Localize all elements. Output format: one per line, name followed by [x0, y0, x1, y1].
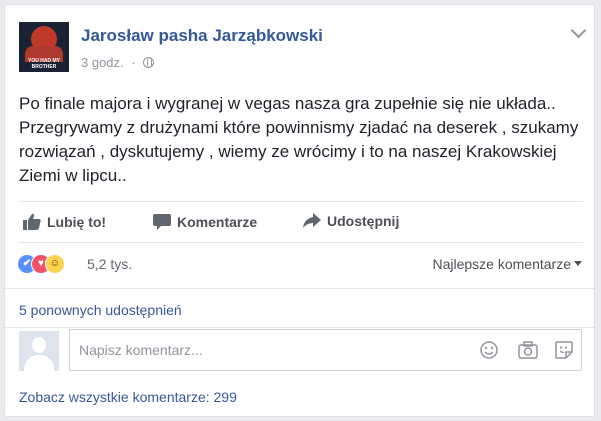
author-name[interactable]: Jarosław pasha Jarząbkowski: [81, 26, 323, 46]
comment-sort-dropdown[interactable]: Najlepsze komentarze: [432, 256, 582, 272]
caret-down-icon: [574, 261, 582, 266]
post-text: Po finale majora i wygranej w vegas nasz…: [19, 94, 579, 185]
sort-label: Najlepsze komentarze: [432, 256, 571, 272]
haha-reaction-icon: ☺: [45, 254, 65, 274]
globe-icon[interactable]: [143, 57, 155, 68]
share-arrow-icon: [303, 213, 321, 228]
author-avatar[interactable]: YOU HAD MY BROTHER: [19, 22, 69, 72]
reaction-count[interactable]: 5,2 tys.: [87, 256, 132, 272]
user-avatar: [19, 331, 59, 371]
view-all-comments-link[interactable]: Zobacz wszystkie komentarze: 299: [19, 389, 237, 405]
like-button[interactable]: Lubię to!: [23, 213, 106, 230]
chevron-down-icon[interactable]: [570, 22, 587, 39]
comment-placeholder: Napisz komentarz...: [79, 342, 203, 358]
post-timestamp[interactable]: 3 godz. ·: [81, 55, 155, 70]
post-card: YOU HAD MY BROTHER Jarosław pasha Jarząb…: [4, 4, 595, 417]
share-button[interactable]: Udostępnij: [303, 213, 399, 229]
post-time[interactable]: 3 godz.: [81, 55, 124, 70]
thumbs-up-icon: [23, 213, 41, 230]
comment-input[interactable]: Napisz komentarz...: [69, 329, 582, 371]
divider: [5, 327, 594, 328]
shares-link[interactable]: 5 ponownych udostępnień: [19, 302, 182, 318]
action-bar: Lubię to! Komentarze Udostępnij: [19, 201, 583, 243]
comment-icon: [153, 214, 171, 230]
camera-icon[interactable]: [518, 341, 538, 359]
sticker-icon[interactable]: [555, 341, 573, 359]
divider: [5, 288, 594, 289]
avatar-caption: YOU HAD MY BROTHER: [28, 58, 60, 70]
comment-button[interactable]: Komentarze: [153, 213, 257, 230]
emoji-icon[interactable]: [480, 341, 498, 359]
